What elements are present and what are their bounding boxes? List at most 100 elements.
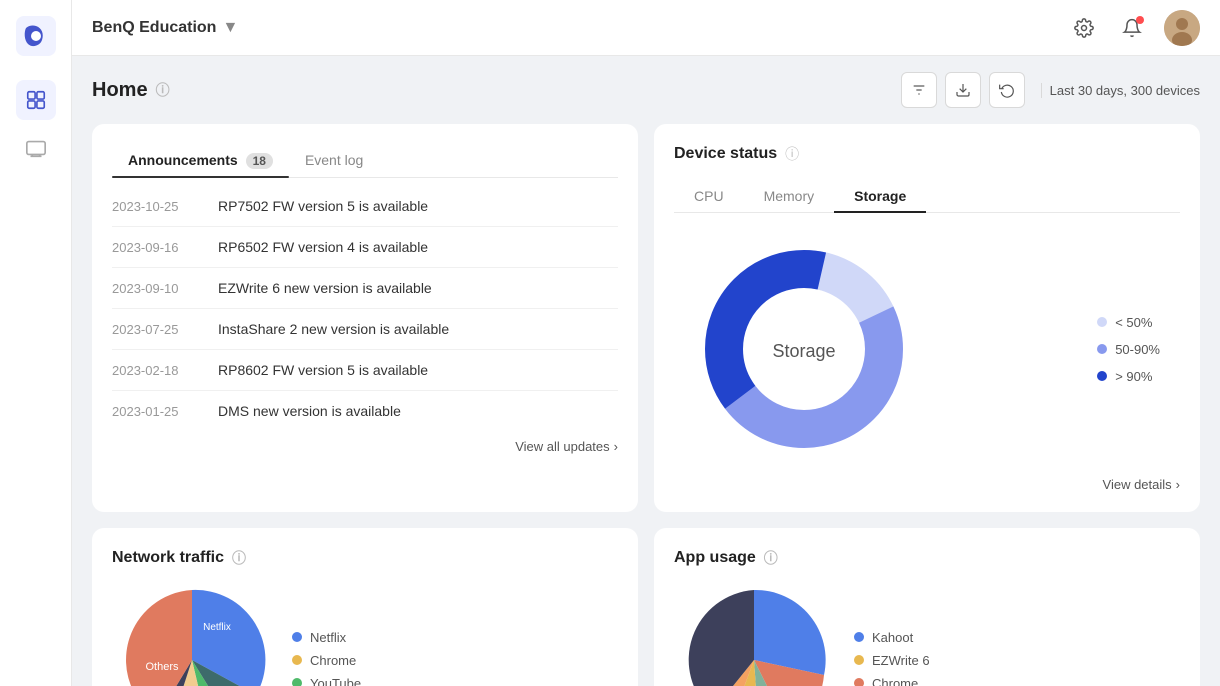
legend-row: Netflix — [292, 630, 361, 645]
announcement-item: 2023-02-18 RP8602 FW version 5 is availab… — [112, 350, 618, 391]
donut-center-label: Storage — [772, 341, 835, 361]
ann-text: RP7502 FW version 5 is available — [218, 198, 428, 214]
legend-label: Chrome — [872, 676, 918, 686]
avatar[interactable] — [1164, 10, 1200, 46]
chevron-right-icon: › — [1176, 477, 1180, 492]
notification-badge — [1136, 16, 1144, 24]
network-traffic-title-text: Network traffic — [112, 549, 224, 567]
legend-label: > 90% — [1115, 369, 1152, 384]
view-all-updates[interactable]: View all updates › — [112, 431, 618, 454]
network-traffic-pie: Others Netflix — [112, 580, 272, 686]
ann-date: 2023-09-16 — [112, 240, 202, 255]
network-legend: Netflix Chrome YouTube — [292, 630, 361, 686]
announcement-list: 2023-10-25 RP7502 FW version 5 is availab… — [112, 186, 618, 431]
legend-row: Kahoot — [854, 630, 930, 645]
announcement-item: 2023-09-16 RP6502 FW version 4 is availab… — [112, 227, 618, 268]
network-traffic-title: Network traffic ⓘ — [112, 548, 618, 568]
legend-label: < 50% — [1115, 315, 1152, 330]
ann-date: 2023-01-25 — [112, 404, 202, 419]
ann-text: EZWrite 6 new version is available — [218, 280, 432, 296]
announcement-item: 2023-01-25 DMS new version is available — [112, 391, 618, 431]
legend-row: Chrome — [854, 676, 930, 686]
announcement-item: 2023-09-10EZWrite 6 new version is avail… — [112, 268, 618, 309]
device-status-card: Device status ⓘ CPU Memory Storage — [654, 124, 1200, 512]
legend-label: 50-90% — [1115, 342, 1160, 357]
svg-text:Others: Others — [145, 661, 179, 673]
app-usage-card: App usage ⓘ — [654, 528, 1200, 686]
legend-row: EZWrite 6 — [854, 653, 930, 668]
page-title: Home ⓘ — [92, 79, 170, 102]
legend-row: Chrome — [292, 653, 361, 668]
legend-dot — [854, 655, 864, 665]
device-status-info-icon[interactable]: ⓘ — [785, 144, 799, 164]
announcements-badge: 18 — [246, 153, 273, 169]
announcements-tabs: Announcements 18 Event log — [112, 144, 618, 178]
app-usage-info-icon[interactable]: ⓘ — [764, 548, 778, 568]
network-traffic-card: Network traffic ⓘ — [92, 528, 638, 686]
page-actions: Last 30 days, 300 devices — [901, 72, 1200, 108]
logo[interactable] — [16, 16, 56, 56]
legend-label: Netflix — [310, 630, 346, 645]
refresh-button[interactable] — [989, 72, 1025, 108]
page-info-icon[interactable]: ⓘ — [156, 80, 170, 100]
storage-donut-chart: Storage — [694, 239, 914, 459]
tab-memory[interactable]: Memory — [744, 180, 835, 212]
ann-text: InstaShare 2 new version is available — [218, 321, 449, 337]
filter-label: Last 30 days, 300 devices — [1041, 83, 1200, 98]
view-all-label: View all updates — [515, 439, 609, 454]
legend-dot — [854, 678, 864, 686]
legend-item: > 90% — [1097, 369, 1160, 384]
app-legend: Kahoot EZWrite 6 Chrome — [854, 630, 930, 686]
notifications-button[interactable] — [1116, 12, 1148, 44]
download-button[interactable] — [945, 72, 981, 108]
donut-container: Storage < 50% 50-90% > 90% — [674, 229, 1180, 469]
tab-storage[interactable]: Storage — [834, 180, 926, 212]
ann-text: RP6502 FW version 4 is available — [218, 239, 428, 255]
settings-button[interactable] — [1068, 12, 1100, 44]
tab-announcements-label: Announcements — [128, 152, 238, 168]
chevron-right-icon: › — [614, 439, 618, 454]
legend-dot — [1097, 344, 1107, 354]
topbar-actions — [1068, 10, 1200, 46]
legend-dot — [292, 655, 302, 665]
legend-dot — [1097, 317, 1107, 327]
storage-legend: < 50% 50-90% > 90% — [1097, 315, 1160, 384]
legend-row: YouTube — [292, 676, 361, 686]
ann-text: RP8602 FW version 5 is available — [218, 362, 428, 378]
topbar: BenQ Education ▼ — [72, 0, 1220, 56]
ann-date: 2023-07-25 — [112, 322, 202, 337]
view-details-button[interactable]: View details › — [674, 477, 1180, 492]
legend-label: Chrome — [310, 653, 356, 668]
page-header: Home ⓘ Last — [92, 72, 1200, 108]
chevron-down-icon[interactable]: ▼ — [222, 19, 238, 37]
view-details-label: View details — [1103, 477, 1172, 492]
legend-item: < 50% — [1097, 315, 1160, 330]
ann-date: 2023-10-25 — [112, 199, 202, 214]
announcement-item: 2023-07-25 InstaShare 2 new version is av… — [112, 309, 618, 350]
legend-item: 50-90% — [1097, 342, 1160, 357]
legend-label: EZWrite 6 — [872, 653, 930, 668]
sidebar — [0, 0, 72, 686]
filter-button[interactable] — [901, 72, 937, 108]
tab-announcements[interactable]: Announcements 18 — [112, 144, 289, 177]
sidebar-item-devices[interactable] — [16, 128, 56, 168]
ann-text: DMS new version is available — [218, 403, 401, 419]
tab-event-log-label: Event log — [305, 152, 363, 168]
org-name: BenQ Education — [92, 19, 216, 37]
app-usage-title-text: App usage — [674, 549, 756, 567]
tab-event-log[interactable]: Event log — [289, 144, 379, 177]
sidebar-item-dashboard[interactable] — [16, 80, 56, 120]
legend-label: YouTube — [310, 676, 361, 686]
app-usage-chart-area: Chrome Kahoot EZWrite 6 Chrome — [674, 580, 1180, 686]
legend-label: Kahoot — [872, 630, 913, 645]
ann-date: 2023-02-18 — [112, 363, 202, 378]
legend-dot — [854, 632, 864, 642]
tab-cpu[interactable]: CPU — [674, 180, 744, 212]
device-status-title: Device status — [674, 145, 777, 163]
app-usage-title: App usage ⓘ — [674, 548, 1180, 568]
svg-text:Netflix: Netflix — [203, 622, 231, 633]
org-title[interactable]: BenQ Education ▼ — [92, 19, 238, 37]
announcement-item: 2023-10-25 RP7502 FW version 5 is availab… — [112, 186, 618, 227]
app-usage-pie: Chrome — [674, 580, 834, 686]
network-traffic-info-icon[interactable]: ⓘ — [232, 548, 246, 568]
